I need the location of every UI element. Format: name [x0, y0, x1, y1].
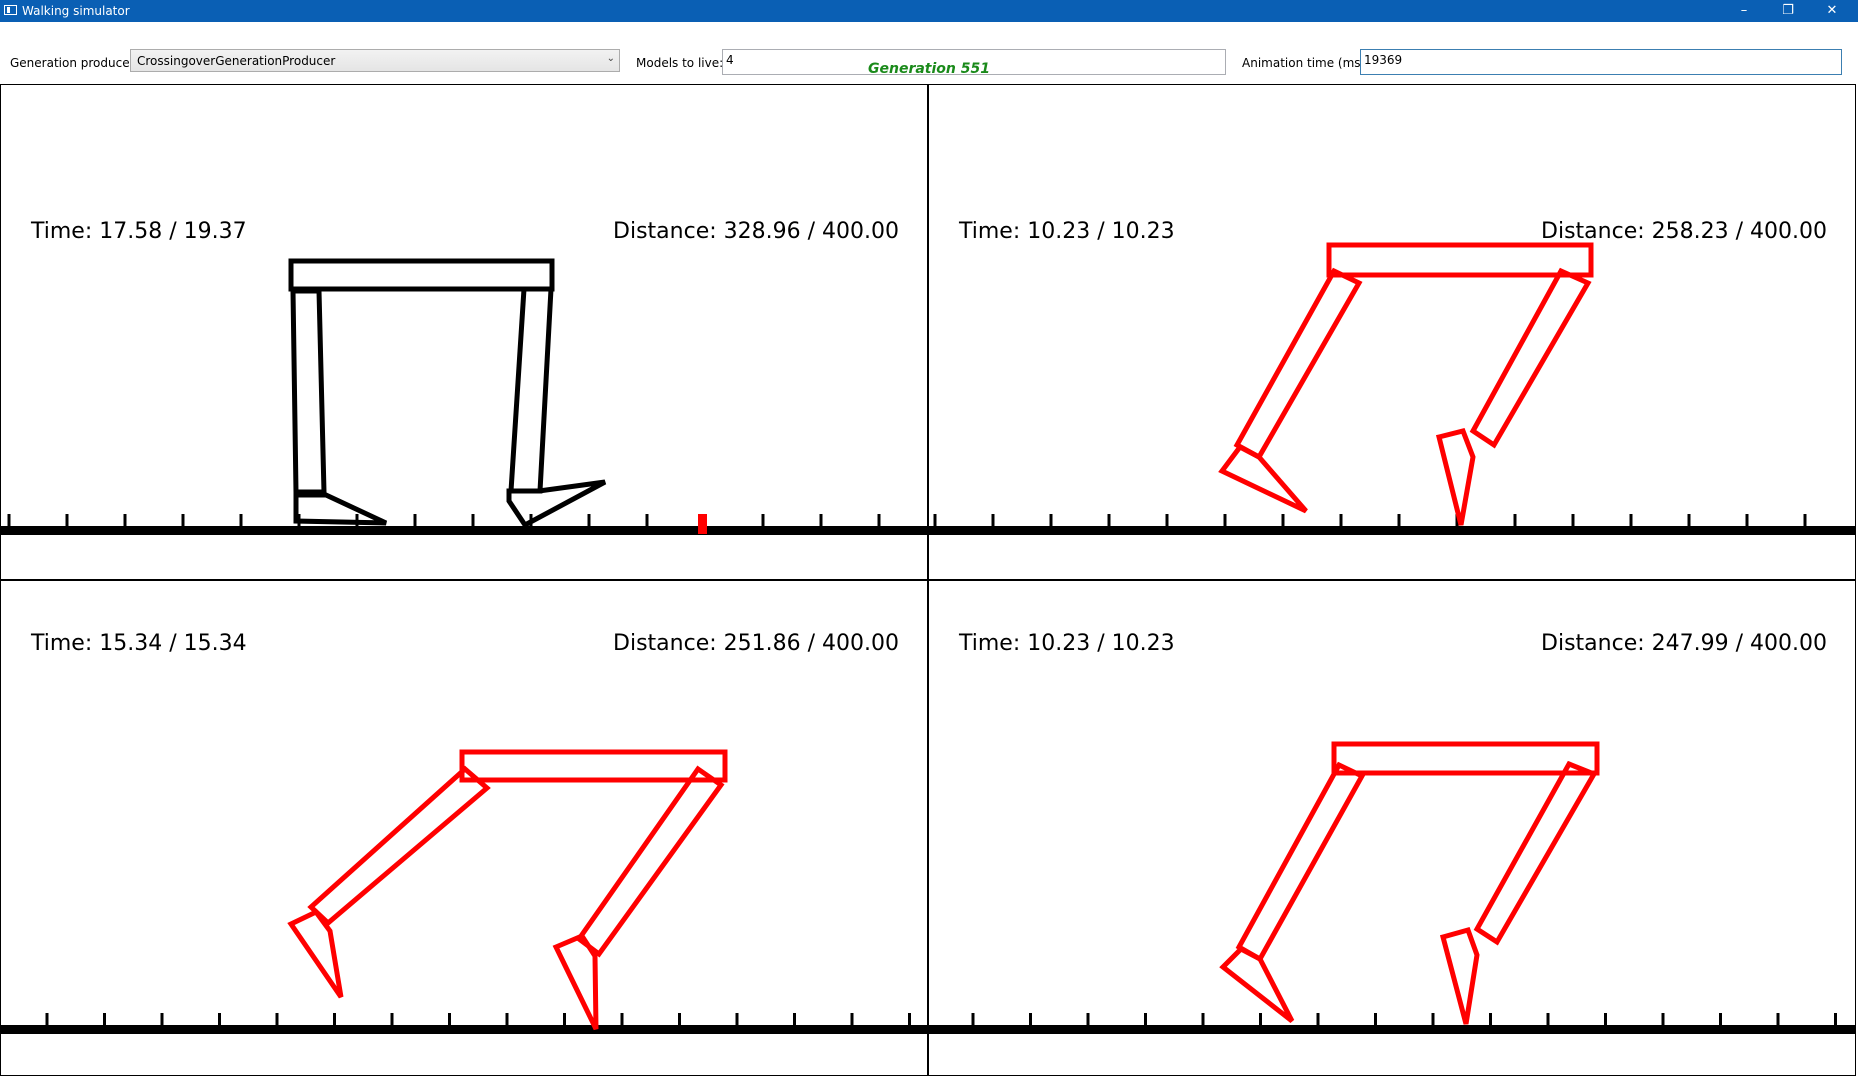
walker-right-foot	[1439, 926, 1480, 1025]
walker-left-leg	[1235, 761, 1366, 963]
ground-ticks	[971, 1013, 1837, 1025]
walker-left-foot	[1219, 945, 1295, 1023]
ground-line	[929, 526, 1855, 535]
walker-right-leg	[1469, 267, 1592, 449]
walker-right-foot	[506, 479, 607, 529]
walker-torso	[1331, 741, 1600, 776]
walker-body	[1218, 242, 1594, 526]
walker-canvas	[929, 741, 1855, 1034]
walker-left-foot	[293, 492, 388, 526]
walker-right-leg	[575, 765, 725, 958]
app-icon	[4, 5, 17, 15]
simulation-panel: Time: 17.58 / 19.37 Distance: 328.96 / 4…	[0, 84, 928, 580]
ground-line	[1, 526, 927, 535]
walker-canvas	[1, 749, 927, 1034]
close-button[interactable]: ✕	[1810, 0, 1854, 22]
ground-line	[1, 1025, 927, 1034]
walker-right-foot	[552, 932, 599, 1031]
walker-right-leg	[1473, 760, 1598, 946]
walker-torso	[288, 258, 555, 292]
walker-canvas	[929, 242, 1855, 535]
walker-canvas	[1, 258, 927, 535]
walker-body	[287, 749, 728, 1031]
minimize-button[interactable]: –	[1722, 0, 1766, 22]
walker-torso	[1326, 242, 1594, 278]
ground-ticks	[45, 1013, 911, 1025]
ground-line	[929, 1025, 1855, 1034]
simulation-panel: Time: 10.23 / 10.23 Distance: 258.23 / 4…	[928, 84, 1856, 580]
best-distance-marker	[698, 514, 707, 534]
simulation-panel: Time: 15.34 / 15.34 Distance: 251.86 / 4…	[0, 580, 928, 1076]
ground-ticks	[933, 514, 1807, 526]
window-title: Walking simulator	[22, 4, 130, 18]
walker-torso	[459, 749, 728, 783]
walker-left-leg	[307, 765, 491, 927]
ground-ticks	[7, 514, 881, 526]
walker-right-foot	[1435, 428, 1476, 526]
title-bar: Walking simulator – ❐ ✕	[0, 0, 1858, 22]
walker-left-foot	[1218, 443, 1308, 514]
restore-button[interactable]: ❐	[1766, 0, 1810, 22]
walker-left-leg	[290, 288, 327, 495]
simulation-panel: Time: 10.23 / 10.23 Distance: 247.99 / 4…	[928, 580, 1856, 1076]
walker-right-leg	[508, 286, 554, 494]
walker-body	[1219, 741, 1600, 1025]
generation-label: Generation 551	[868, 61, 990, 77]
walker-left-foot	[287, 908, 344, 999]
walker-body	[288, 258, 607, 529]
walker-left-leg	[1233, 267, 1363, 461]
